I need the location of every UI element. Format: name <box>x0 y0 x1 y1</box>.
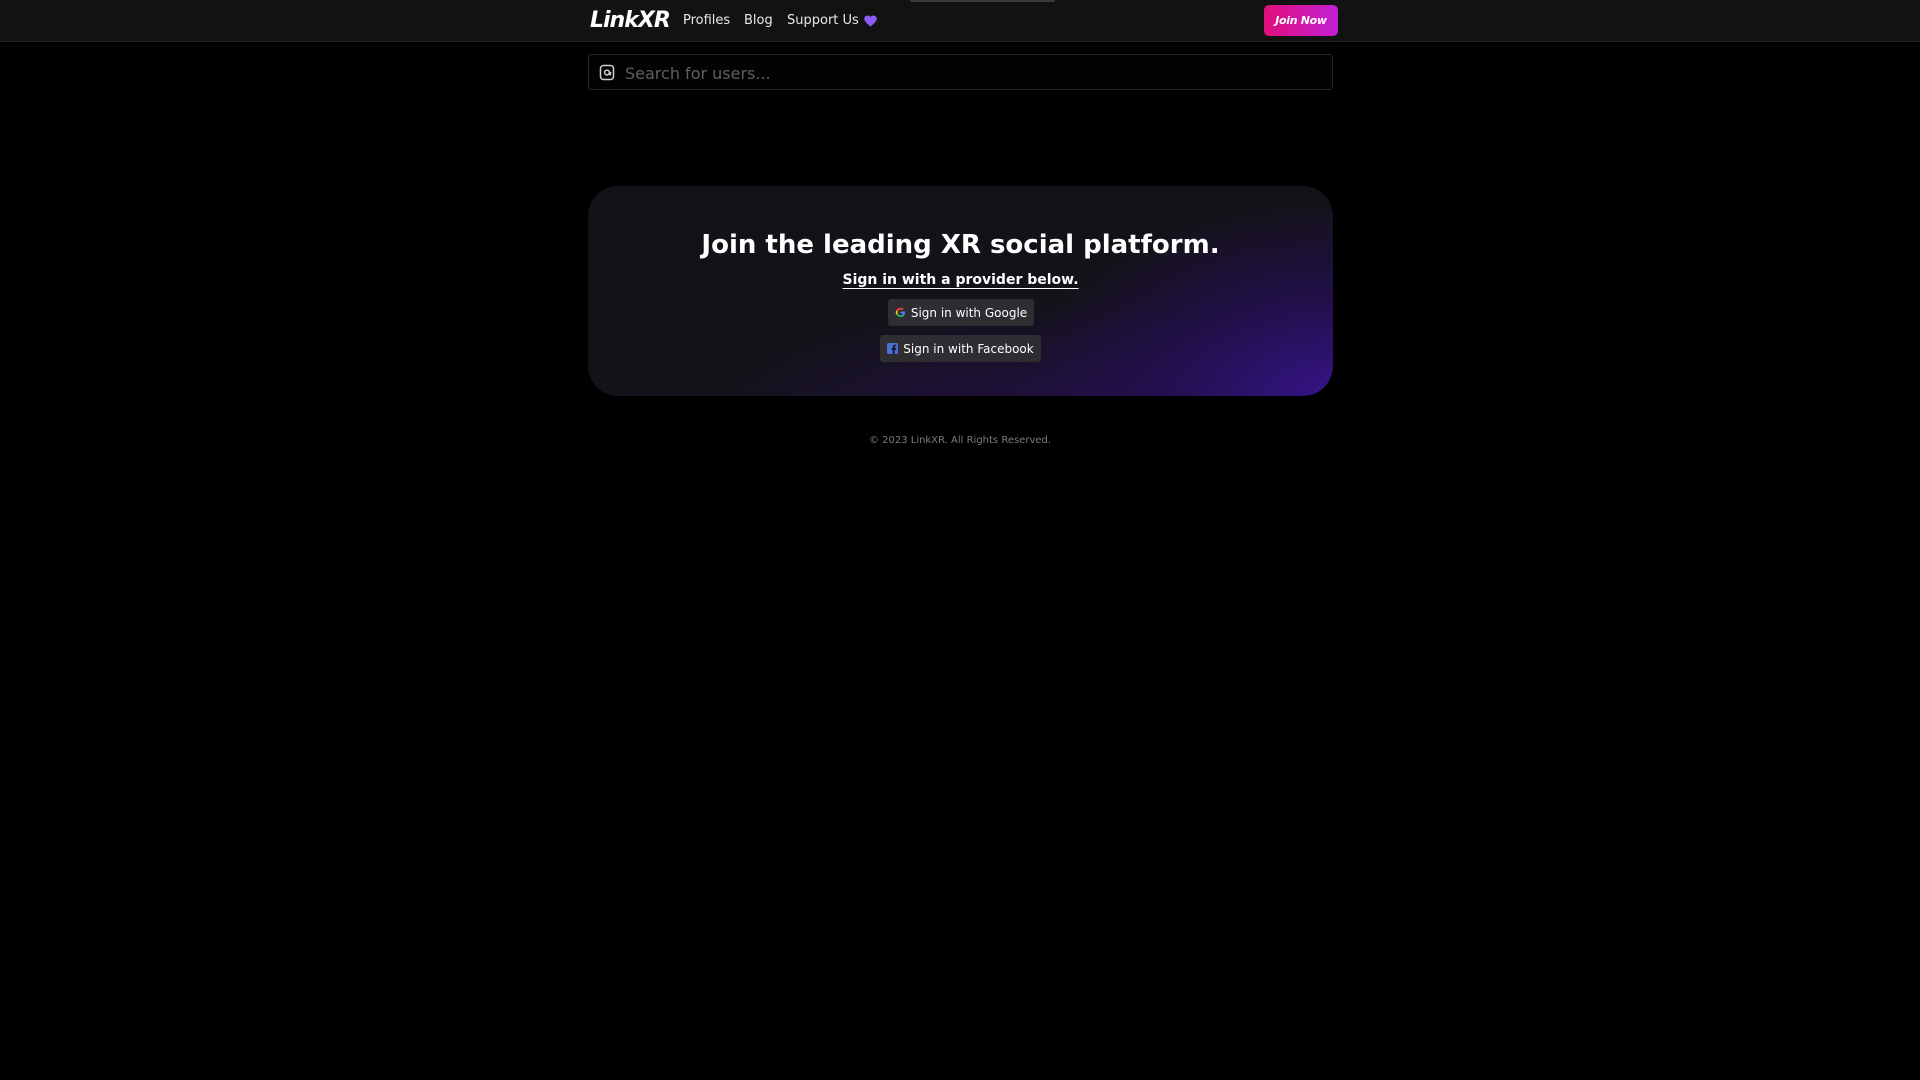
nav-link-profiles[interactable]: Profiles <box>683 11 730 31</box>
at-sign-icon <box>599 64 615 81</box>
google-icon <box>895 307 905 318</box>
nav-top-indicator <box>910 0 1055 2</box>
search-input[interactable] <box>625 59 1325 87</box>
nav-link-support-label: Support Us <box>787 13 859 28</box>
nav-link-blog[interactable]: Blog <box>744 11 773 31</box>
hero-title: Join the leading XR social platform. <box>701 230 1220 260</box>
sign-in-facebook-button[interactable]: Sign in with Facebook <box>880 335 1041 362</box>
hero-subtitle: Sign in with a provider below. <box>842 272 1079 288</box>
footer-copyright: © 2023 LinkXR. All Rights Reserved. <box>868 435 1052 446</box>
navbar: LinkXR Profiles Blog Support Us Join Now <box>0 0 1920 42</box>
sign-in-card: Join the leading XR social platform. Sig… <box>588 186 1333 396</box>
facebook-button-label: Sign in with Facebook <box>903 341 1034 356</box>
heart-icon <box>864 15 877 27</box>
google-button-label: Sign in with Google <box>910 305 1028 320</box>
search-bar <box>588 54 1333 90</box>
facebook-icon <box>887 343 899 354</box>
logo[interactable]: LinkXR <box>590 6 671 36</box>
sign-in-google-button[interactable]: Sign in with Google <box>888 299 1034 326</box>
nav-link-support-us[interactable]: Support Us <box>787 11 877 31</box>
join-now-button[interactable]: Join Now <box>1264 5 1338 36</box>
